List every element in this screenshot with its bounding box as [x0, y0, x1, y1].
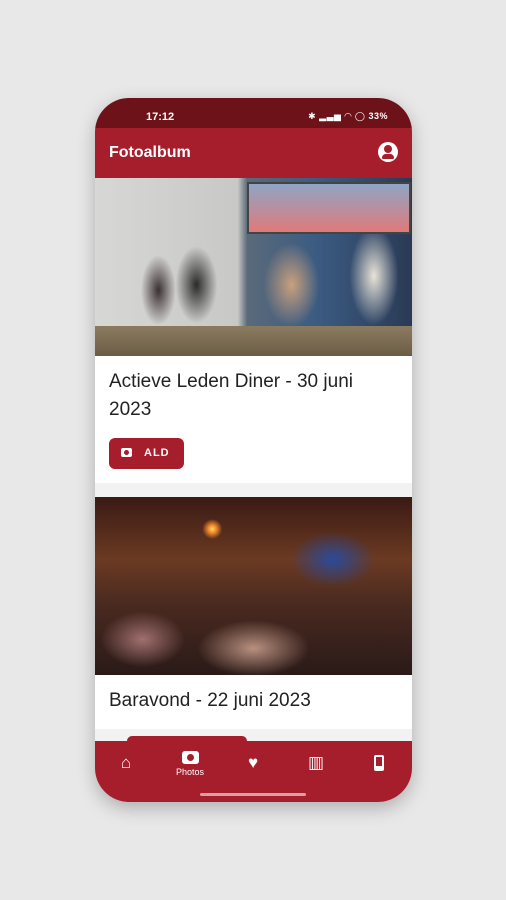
camera-icon	[121, 448, 132, 457]
cup-icon	[374, 755, 384, 771]
nav-item-drink[interactable]	[354, 741, 404, 802]
album-card-body: Actieve Leden Diner - 30 juni 2023 ALD	[95, 356, 412, 483]
app-title: Fotoalbum	[109, 144, 191, 161]
status-time: 17:12	[146, 111, 175, 123]
album-cover-photo[interactable]	[95, 178, 412, 356]
home-indicator[interactable]	[200, 793, 306, 796]
album-card[interactable]: Baravond - 22 juni 2023	[95, 497, 412, 729]
album-title: Baravond - 22 juni 2023	[109, 690, 311, 711]
album-title: Actieve Leden Diner - 30 juni 2023	[109, 371, 353, 420]
nav-item-label: Photos	[175, 767, 205, 777]
album-tag-button[interactable]: ALD	[109, 438, 184, 469]
app-bar: Fotoalbum	[95, 128, 412, 178]
bluetooth-icon: ✱	[308, 111, 317, 121]
battery-level: 33%	[368, 111, 388, 121]
camera-icon	[181, 751, 199, 764]
album-tag-label: ALD	[144, 447, 170, 459]
status-bar: 17:12 ✱ ▂▃▅ ◠ ◯ 33%	[95, 98, 412, 128]
home-icon: ⌂	[120, 753, 132, 772]
heart-icon: ♥	[247, 753, 259, 772]
account-icon[interactable]	[378, 142, 398, 162]
phone-frame: 17:12 ✱ ▂▃▅ ◠ ◯ 33% Fotoalbum Actieve Le…	[95, 98, 412, 802]
photo-ground-detail	[95, 326, 412, 356]
book-icon: ▥	[307, 753, 325, 772]
battery-icon: ◯	[354, 111, 366, 121]
nav-item-home[interactable]: ⌂	[101, 741, 151, 802]
album-card[interactable]: Actieve Leden Diner - 30 juni 2023 ALD	[95, 178, 412, 483]
wifi-icon: ◠	[344, 111, 352, 121]
signal-icon: ▂▃▅	[319, 111, 342, 121]
album-card-body: Baravond - 22 juni 2023	[95, 675, 412, 729]
photo-window-detail	[247, 182, 411, 234]
album-feed[interactable]: Actieve Leden Diner - 30 juni 2023 ALD B…	[95, 178, 412, 741]
bottom-navigation: ⌂ Photos ♥ ▥	[95, 736, 412, 802]
album-cover-photo[interactable]	[95, 497, 412, 675]
status-icons: ✱ ▂▃▅ ◠ ◯ 33%	[308, 111, 388, 122]
